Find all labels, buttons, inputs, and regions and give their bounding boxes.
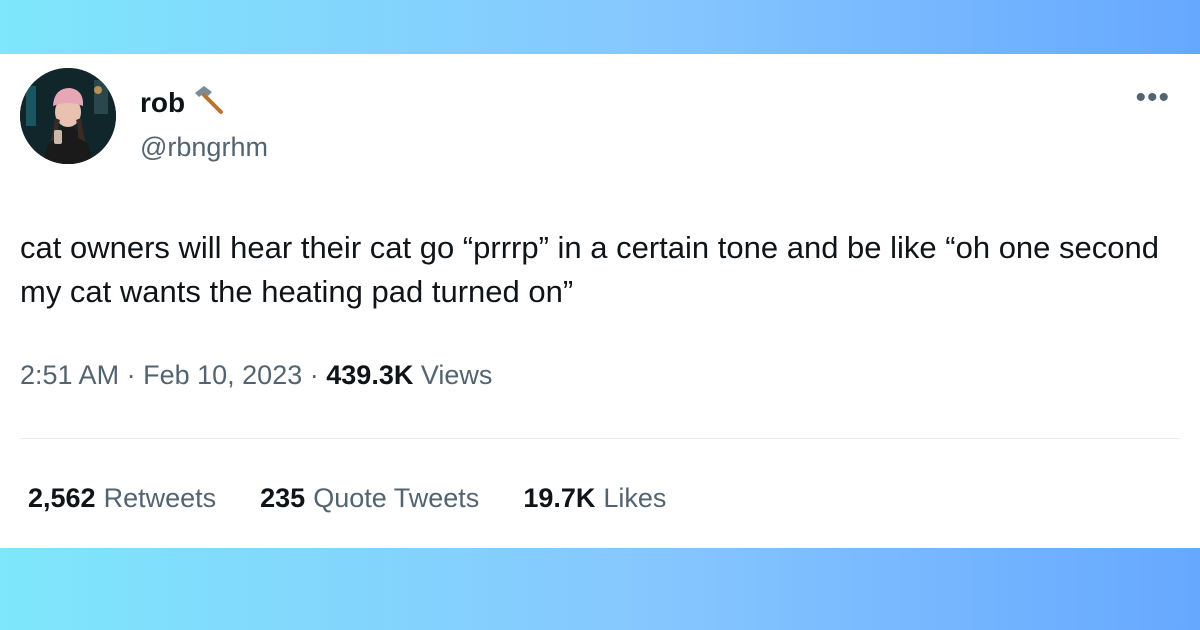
- hammer-icon: [193, 84, 227, 121]
- quote-tweets-stat[interactable]: 235 Quote Tweets: [260, 483, 479, 514]
- page-background: rob @rbngrhm ••• cat owners will hear th…: [0, 0, 1200, 630]
- tweet-meta: 2:51 AM · Feb 10, 2023 · 439.3K Views: [20, 360, 492, 391]
- display-name-text: rob: [140, 86, 186, 118]
- meta-separator: ·: [309, 360, 319, 390]
- engagement-stats: 2,562 Retweets 235 Quote Tweets 19.7K Likes: [28, 483, 666, 514]
- display-name[interactable]: rob: [140, 84, 227, 121]
- retweets-stat[interactable]: 2,562 Retweets: [28, 483, 216, 514]
- meta-separator: ·: [126, 360, 136, 390]
- likes-count: 19.7K: [523, 483, 596, 513]
- retweets-label: Retweets: [103, 483, 217, 513]
- divider: [20, 438, 1180, 439]
- retweets-count: 2,562: [28, 483, 96, 513]
- tweet-date[interactable]: Feb 10, 2023: [143, 360, 302, 390]
- more-options-icon[interactable]: •••: [1135, 83, 1170, 113]
- user-handle[interactable]: @rbngrhm: [140, 132, 268, 163]
- views-label: Views: [420, 360, 493, 390]
- tweet-time[interactable]: 2:51 AM: [20, 360, 119, 390]
- quote-tweets-label: Quote Tweets: [313, 483, 480, 513]
- tweet-card: rob @rbngrhm ••• cat owners will hear th…: [0, 54, 1200, 548]
- quote-tweets-count: 235: [260, 483, 306, 513]
- likes-stat[interactable]: 19.7K Likes: [523, 483, 666, 514]
- tweet-text: cat owners will hear their cat go “prrrp…: [20, 230, 1159, 309]
- avatar-image: [20, 68, 116, 164]
- avatar[interactable]: [20, 68, 116, 164]
- views-count: 439.3K: [326, 360, 414, 390]
- likes-label: Likes: [603, 483, 667, 513]
